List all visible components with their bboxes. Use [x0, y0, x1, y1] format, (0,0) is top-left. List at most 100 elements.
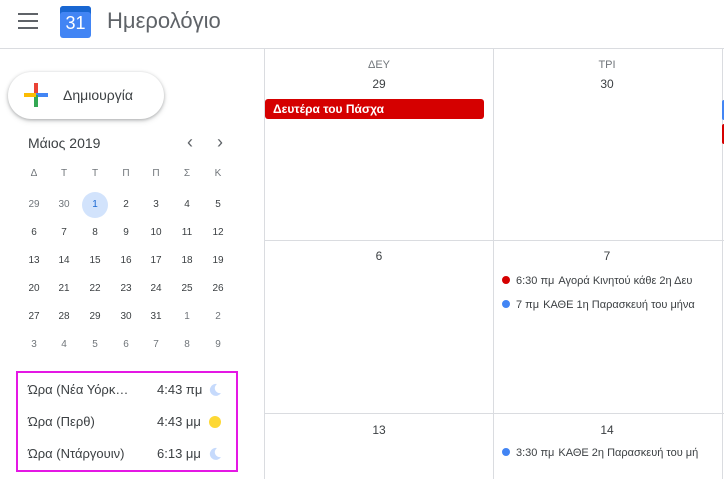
- event-color-dot: [502, 276, 510, 284]
- mini-calendar-day[interactable]: 17: [143, 248, 169, 274]
- mini-calendar-day[interactable]: 5: [82, 332, 108, 358]
- mini-calendar-day[interactable]: 29: [82, 304, 108, 330]
- plus-icon: [24, 83, 48, 107]
- mini-calendar-day[interactable]: 26: [205, 276, 231, 302]
- world-clock-panel: Ώρα (Νέα Υόρκ… 4:43 πμ Ώρα (Περθ) 4:43 μ…: [16, 371, 238, 472]
- day-of-week-header: ΤΡΙ: [598, 59, 616, 71]
- mini-calendar-day[interactable]: 2: [205, 304, 231, 330]
- weekday-header: Π: [122, 168, 130, 179]
- weekday-header: Π: [152, 168, 160, 179]
- timezone-row: Ώρα (Νέα Υόρκ… 4:43 πμ: [28, 382, 233, 402]
- mini-calendar-day[interactable]: 28: [51, 304, 77, 330]
- mini-calendar-month-title: Μάιος 2019: [28, 135, 101, 151]
- mini-calendar-week: 29 30 1 2 3 4 5: [20, 192, 237, 220]
- mini-calendar-weekdays: Δ Τ Τ Π Π Σ Κ: [20, 168, 237, 188]
- mini-calendar-day[interactable]: 8: [82, 220, 108, 246]
- mini-calendar-day[interactable]: 16: [113, 248, 139, 274]
- mini-calendar-day[interactable]: 7: [51, 220, 77, 246]
- next-month-button[interactable]: ›: [210, 133, 230, 153]
- main-menu-icon[interactable]: [18, 13, 38, 29]
- mini-calendar-day[interactable]: 7: [143, 332, 169, 358]
- app-title: Ημερολόγιο: [107, 8, 221, 33]
- mini-calendar-day[interactable]: 27: [21, 304, 47, 330]
- timezone-time: 6:13 μμ: [157, 446, 201, 461]
- timezone-name: Ώρα (Ντάργουιν): [28, 446, 125, 461]
- mini-calendar-day[interactable]: 3: [21, 332, 47, 358]
- mini-calendar-day[interactable]: 2: [113, 192, 139, 218]
- timezone-row: Ώρα (Περθ) 4:43 μμ: [28, 414, 233, 434]
- event-title: ΚΑΘΕ 1η Παρασκευή του μήνα: [543, 299, 695, 311]
- day-number[interactable]: 7: [587, 249, 627, 263]
- timezone-name: Ώρα (Νέα Υόρκ…: [28, 382, 129, 397]
- event-item[interactable]: 6:30 πμ Αγορά Κινητού κάθε 2η Δευ: [502, 275, 722, 293]
- mini-calendar-day[interactable]: 11: [174, 220, 200, 246]
- mini-calendar-day[interactable]: 1: [82, 192, 108, 218]
- grid-line: [493, 48, 494, 479]
- weekday-header: Κ: [214, 168, 222, 179]
- mini-calendar-day[interactable]: 13: [21, 248, 47, 274]
- event-color-dot: [502, 448, 510, 456]
- grid-line: [264, 413, 724, 414]
- sun-icon: [209, 416, 221, 428]
- day-number[interactable]: 14: [587, 423, 627, 437]
- mini-calendar-week: 6 7 8 9 10 11 12: [20, 227, 237, 248]
- timezone-name: Ώρα (Περθ): [28, 414, 95, 429]
- mini-calendar-day[interactable]: 5: [205, 192, 231, 218]
- day-number[interactable]: 29: [359, 77, 399, 91]
- moon-icon: [209, 383, 221, 396]
- create-button[interactable]: Δημιουργία: [8, 72, 164, 119]
- moon-icon: [209, 447, 221, 460]
- event-time: 6:30 πμ: [516, 275, 555, 287]
- mini-calendar-day[interactable]: 6: [113, 332, 139, 358]
- mini-calendar-day[interactable]: 15: [82, 248, 108, 274]
- mini-calendar-day[interactable]: 9: [113, 220, 139, 246]
- day-number[interactable]: 30: [587, 77, 627, 91]
- event-color-dot: [502, 300, 510, 308]
- event-item[interactable]: 7 πμ ΚΑΘΕ 1η Παρασκευή του μήνα: [502, 299, 722, 317]
- month-grid: ΔΕΥ ΤΡΙ 29 30 6 7 13 14 Δευτέρα του Πάσχ…: [264, 48, 724, 479]
- mini-calendar-day[interactable]: 18: [174, 248, 200, 274]
- event-item[interactable]: 3:30 πμ ΚΑΘΕ 2η Παρασκευή του μή: [502, 447, 722, 465]
- day-number[interactable]: 13: [359, 423, 399, 437]
- mini-calendar-week: 3456789: [20, 339, 237, 360]
- mini-calendar-day[interactable]: 24: [143, 276, 169, 302]
- create-button-label: Δημιουργία: [63, 87, 133, 103]
- allday-event-chip[interactable]: Δευτέρα του Πάσχα: [265, 99, 484, 119]
- day-of-week-header: ΔΕΥ: [367, 59, 391, 71]
- mini-calendar-week: 20 21 22 23 24 25 26: [20, 283, 237, 304]
- weekday-header: Τ: [60, 168, 68, 179]
- mini-calendar-day[interactable]: 30: [113, 304, 139, 330]
- mini-calendar-day[interactable]: 3: [143, 192, 169, 218]
- mini-calendar-day[interactable]: 14: [51, 248, 77, 274]
- mini-calendar-day[interactable]: 22: [82, 276, 108, 302]
- mini-calendar-day[interactable]: 4: [51, 332, 77, 358]
- mini-calendar-day[interactable]: 9: [205, 332, 231, 358]
- mini-calendar-day[interactable]: 31: [143, 304, 169, 330]
- timezone-row: Ώρα (Ντάργουιν) 6:13 μμ: [28, 446, 233, 466]
- mini-calendar-day[interactable]: 30: [51, 192, 77, 218]
- mini-calendar-day[interactable]: 19: [205, 248, 231, 274]
- mini-calendar-day[interactable]: 12: [205, 220, 231, 246]
- grid-line: [264, 240, 724, 241]
- weekday-header: Τ: [91, 168, 99, 179]
- event-title: Αγορά Κινητού κάθε 2η Δευ: [558, 275, 693, 287]
- top-bar: 31 Ημερολόγιο: [0, 0, 724, 49]
- mini-calendar-day[interactable]: 6: [21, 220, 47, 246]
- mini-calendar-day[interactable]: 23: [113, 276, 139, 302]
- mini-calendar-day[interactable]: 25: [174, 276, 200, 302]
- mini-calendar-day[interactable]: 4: [174, 192, 200, 218]
- prev-month-button[interactable]: ‹: [180, 133, 200, 153]
- weekday-header: Δ: [30, 168, 38, 179]
- mini-calendar-day[interactable]: 8: [174, 332, 200, 358]
- timezone-time: 4:43 μμ: [157, 414, 201, 429]
- mini-calendar-day[interactable]: 1: [174, 304, 200, 330]
- day-number[interactable]: 6: [359, 249, 399, 263]
- mini-calendar-week: 13 14 15 16 17 18 19: [20, 255, 237, 276]
- mini-calendar-day[interactable]: 29: [21, 192, 47, 218]
- mini-calendar-day[interactable]: 20: [21, 276, 47, 302]
- event-title: ΚΑΘΕ 2η Παρασκευή του μή: [558, 447, 699, 459]
- timezone-time: 4:43 πμ: [157, 382, 203, 397]
- mini-calendar-day[interactable]: 21: [51, 276, 77, 302]
- calendar-logo-icon: 31: [60, 6, 91, 38]
- mini-calendar-day[interactable]: 10: [143, 220, 169, 246]
